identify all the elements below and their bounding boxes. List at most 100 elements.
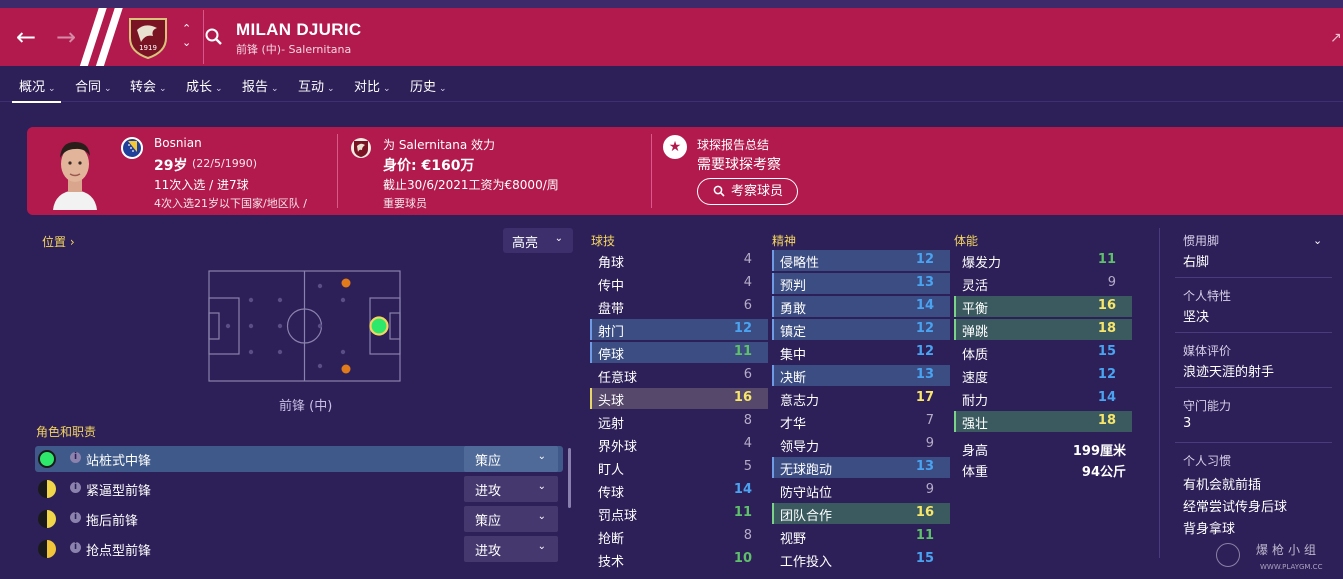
search-icon[interactable] xyxy=(204,27,224,47)
attribute-row[interactable]: 界外球 4 xyxy=(590,434,768,455)
tab-development[interactable]: 成长 ⌄ xyxy=(186,76,223,95)
attribute-row[interactable]: 集中 12 xyxy=(772,342,950,363)
attribute-row[interactable]: 停球 11 xyxy=(590,342,768,363)
attribute-row[interactable]: 射门 12 xyxy=(590,319,768,340)
attribute-row[interactable]: 远射 8 xyxy=(590,411,768,432)
scout-player-button[interactable]: 考察球员 xyxy=(697,178,798,205)
watermark-logo xyxy=(1216,543,1240,567)
tab-bar: 概况 ⌄ 合同 ⌄ 转会 ⌄ 成长 ⌄ 报告 ⌄ 互动 ⌄ 对比 ⌄ 历史 ⌄ xyxy=(0,66,1343,103)
preferred-foot-label: 惯用脚 xyxy=(1183,234,1220,248)
attribute-row[interactable]: 弹跳 18 xyxy=(954,319,1132,340)
role-name: 紧逼型前锋 xyxy=(86,484,152,499)
attribute-row[interactable]: 侵略性 12 xyxy=(772,250,950,271)
role-row[interactable]: i 紧逼型前锋 进攻 ⌄ xyxy=(35,476,563,502)
attribute-value: 17 xyxy=(915,390,934,405)
attribute-row[interactable]: 任意球 6 xyxy=(590,365,768,386)
physical-header: 体能 xyxy=(954,234,979,248)
back-arrow-icon[interactable]: ← xyxy=(16,25,36,49)
info-icon[interactable]: i xyxy=(70,512,81,523)
contract-line: 截止30/6/2021工资为€8000/周 xyxy=(383,178,559,192)
edit-icon[interactable]: ↗ xyxy=(1330,30,1342,46)
role-row[interactable]: i 站桩式中锋 策应 ⌄ xyxy=(35,446,563,472)
role-suitability-icon xyxy=(38,480,56,498)
position-text: 前锋 (中) xyxy=(279,399,333,414)
tab-reports[interactable]: 报告 ⌄ xyxy=(242,76,279,95)
watermark-text: 爆枪小组 xyxy=(1256,543,1321,557)
roles-scrollbar[interactable] xyxy=(568,448,571,508)
media-label: 媒体评价 xyxy=(1183,344,1232,358)
attribute-name: 传球 xyxy=(598,486,625,501)
player-search-box[interactable] xyxy=(203,10,1343,64)
secondary-position-dot xyxy=(341,278,351,288)
attribute-name: 侵略性 xyxy=(780,256,820,271)
info-icon[interactable]: i xyxy=(70,482,81,493)
date-of-birth: (22/5/1990) xyxy=(192,157,257,170)
search-icon xyxy=(713,185,725,197)
role-row[interactable]: i 抢点型前锋 进攻 ⌄ xyxy=(35,536,563,562)
attribute-name: 停球 xyxy=(598,348,625,363)
attribute-row[interactable]: 抢断 8 xyxy=(590,526,768,547)
attribute-name: 罚点球 xyxy=(598,509,638,524)
tab-compare[interactable]: 对比 ⌄ xyxy=(354,76,391,95)
duty-dropdown[interactable]: 策应 ⌄ xyxy=(464,506,558,532)
attribute-value: 13 xyxy=(915,367,934,382)
attribute-row[interactable]: 平衡 16 xyxy=(954,296,1132,317)
club-crest-icon[interactable]: 1919 xyxy=(127,16,169,60)
tab-interaction[interactable]: 互动 ⌄ xyxy=(298,76,335,95)
weight-value: 94公斤 xyxy=(1081,465,1126,480)
trait-item: 经常尝试传身后球 xyxy=(1183,500,1288,515)
position-link[interactable]: 位置 › xyxy=(42,233,75,250)
attribute-row[interactable]: 勇敢 14 xyxy=(772,296,950,317)
attribute-name: 镇定 xyxy=(780,325,807,340)
attribute-name: 预判 xyxy=(780,279,807,294)
attribute-row[interactable]: 意志力 17 xyxy=(772,388,950,409)
role-row[interactable]: i 拖后前锋 策应 ⌄ xyxy=(35,506,563,532)
attribute-row[interactable]: 团队合作 16 xyxy=(772,503,950,524)
attribute-row[interactable]: 领导力 9 xyxy=(772,434,950,455)
tab-overview[interactable]: 概况 ⌄ xyxy=(12,76,61,103)
chevron-down-icon[interactable]: ⌄ xyxy=(1313,234,1322,247)
attribute-row[interactable]: 视野 11 xyxy=(772,526,950,547)
attribute-row[interactable]: 盘带 6 xyxy=(590,296,768,317)
attribute-row[interactable]: 决断 13 xyxy=(772,365,950,386)
attribute-row[interactable]: 体质 15 xyxy=(954,342,1132,363)
attribute-row[interactable]: 头球 16 xyxy=(590,388,768,409)
divider xyxy=(1175,442,1332,443)
duty-dropdown[interactable]: 进攻 ⌄ xyxy=(464,536,558,562)
attribute-row[interactable]: 耐力 14 xyxy=(954,388,1132,409)
attribute-row[interactable]: 罚点球 11 xyxy=(590,503,768,524)
attribute-row[interactable]: 爆发力 11 xyxy=(954,250,1132,271)
forward-arrow-icon[interactable]: → xyxy=(56,25,76,49)
up-down-icon[interactable]: ⌃ ⌄ xyxy=(182,22,191,50)
attribute-row[interactable]: 预判 13 xyxy=(772,273,950,294)
attribute-row[interactable]: 传球 14 xyxy=(590,480,768,501)
attribute-row[interactable]: 镇定 12 xyxy=(772,319,950,340)
tab-history[interactable]: 历史 ⌄ xyxy=(410,76,447,95)
info-icon[interactable]: i xyxy=(70,542,81,553)
attribute-name: 弹跳 xyxy=(962,325,989,340)
attribute-row[interactable]: 防守站位 9 xyxy=(772,480,950,501)
attribute-row[interactable]: 盯人 5 xyxy=(590,457,768,478)
highlight-dropdown[interactable]: 高亮 ⌄ xyxy=(503,228,573,253)
goalkeeping-value: 3 xyxy=(1183,416,1192,431)
attribute-row[interactable]: 角球 4 xyxy=(590,250,768,271)
attribute-name: 任意球 xyxy=(598,371,638,386)
player-traits-label: 个人习惯 xyxy=(1183,454,1232,468)
tab-contract[interactable]: 合同 ⌄ xyxy=(75,76,112,95)
attribute-row[interactable]: 灵活 9 xyxy=(954,273,1132,294)
attribute-row[interactable]: 工作投入 15 xyxy=(772,549,950,570)
duty-dropdown[interactable]: 进攻 ⌄ xyxy=(464,476,558,502)
attribute-value: 15 xyxy=(915,551,934,566)
crest-year: 1919 xyxy=(139,44,157,52)
attribute-row[interactable]: 才华 7 xyxy=(772,411,950,432)
duty-dropdown[interactable]: 策应 ⌄ xyxy=(464,446,558,472)
attribute-name: 速度 xyxy=(962,371,989,386)
bosnia-flag-icon xyxy=(121,137,143,159)
attribute-row[interactable]: 技术 10 xyxy=(590,549,768,570)
info-icon[interactable]: i xyxy=(70,452,81,463)
attribute-row[interactable]: 速度 12 xyxy=(954,365,1132,386)
attribute-row[interactable]: 强壮 18 xyxy=(954,411,1132,432)
tab-transfer[interactable]: 转会 ⌄ xyxy=(130,76,167,95)
attribute-row[interactable]: 传中 4 xyxy=(590,273,768,294)
attribute-row[interactable]: 无球跑动 13 xyxy=(772,457,950,478)
